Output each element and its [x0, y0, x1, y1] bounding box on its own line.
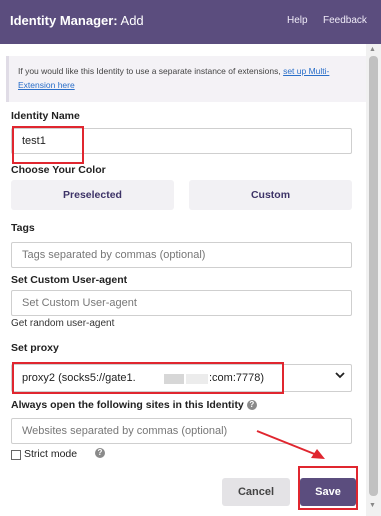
- chevron-down-icon: [335, 370, 345, 383]
- scroll-down-icon[interactable]: ▼: [369, 502, 376, 509]
- tags-label: Tags: [11, 222, 35, 234]
- sites-label-text: Always open the following sites in this …: [11, 399, 244, 411]
- help-link[interactable]: Help: [287, 15, 308, 26]
- question-circle-icon[interactable]: ?: [246, 400, 257, 411]
- user-agent-input[interactable]: Set Custom User-agent: [11, 290, 352, 316]
- strict-mode-checkbox[interactable]: [11, 450, 21, 460]
- color-custom-button[interactable]: Custom: [189, 180, 352, 210]
- scrollbar[interactable]: ▲ ▼: [366, 44, 381, 516]
- annotation-box-proxy: [12, 362, 284, 394]
- page-mode: Add: [117, 13, 144, 28]
- info-message: If you would like this Identity to use a…: [18, 66, 284, 76]
- scroll-up-icon[interactable]: ▲: [369, 46, 376, 53]
- annotation-box-save: [298, 466, 358, 510]
- tags-placeholder: Tags separated by commas (optional): [22, 249, 206, 261]
- info-text: If you would like this Identity to use a…: [18, 64, 358, 92]
- app-name: Identity Manager: [10, 13, 114, 28]
- tags-input[interactable]: Tags separated by commas (optional): [11, 242, 352, 268]
- user-agent-placeholder: Set Custom User-agent: [22, 297, 137, 309]
- annotation-arrow-icon: [256, 430, 325, 459]
- color-label: Choose Your Color: [11, 164, 106, 176]
- sites-label: Always open the following sites in this …: [11, 399, 257, 411]
- annotation-box-identity-name: [12, 126, 84, 164]
- color-preselected-button[interactable]: Preselected: [11, 180, 174, 210]
- proxy-label: Set proxy: [11, 342, 59, 354]
- question-circle-icon[interactable]: ?: [95, 448, 105, 458]
- scrollbar-thumb[interactable]: [369, 56, 378, 496]
- sites-placeholder: Websites separated by commas (optional): [22, 425, 228, 437]
- app-header: Identity Manager: Add Help Feedback: [0, 0, 381, 44]
- page-title: Identity Manager: Add: [10, 13, 144, 28]
- multi-extension-info: If you would like this Identity to use a…: [6, 56, 369, 102]
- cancel-button[interactable]: Cancel: [222, 478, 290, 506]
- user-agent-label: Set Custom User-agent: [11, 274, 128, 286]
- strict-mode-label: Strict mode: [24, 448, 78, 460]
- feedback-link[interactable]: Feedback: [323, 15, 367, 26]
- identity-name-label: Identity Name: [11, 110, 80, 122]
- random-user-agent-link[interactable]: Get random user-agent: [11, 318, 114, 329]
